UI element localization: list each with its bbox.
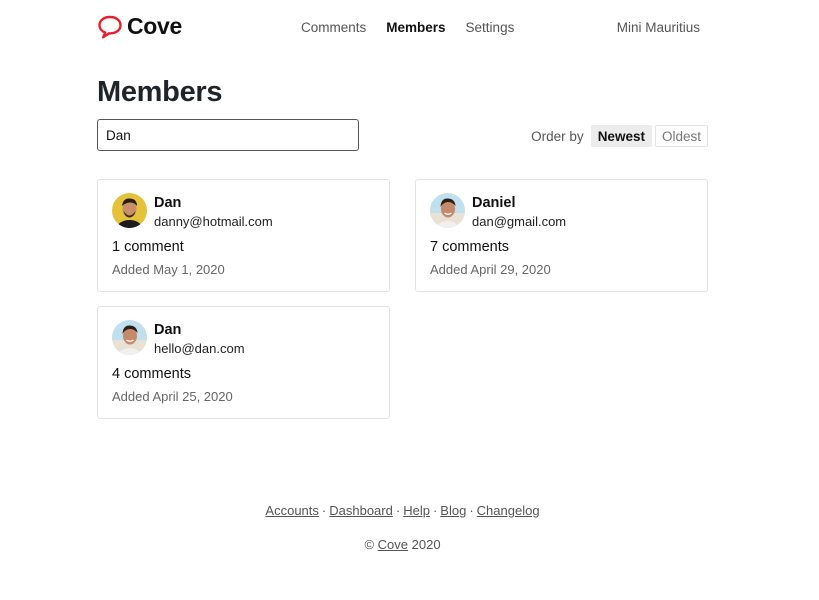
footer-link-changelog[interactable]: Changelog	[477, 503, 540, 518]
nav-comments[interactable]: Comments	[301, 20, 366, 35]
footer-separator: ·	[395, 503, 401, 518]
order-newest-button[interactable]: Newest	[590, 125, 652, 147]
member-name[interactable]: Dan	[154, 195, 181, 211]
member-added-date: Added April 25, 2020	[112, 389, 233, 404]
copyright-year: 2020	[411, 537, 441, 552]
account-switcher[interactable]: Mini Mauritius	[617, 20, 700, 35]
page-title: Members	[97, 76, 223, 108]
member-comment-count: 4 comments	[112, 366, 191, 382]
brand-name: Cove	[127, 13, 183, 39]
footer-separator: ·	[432, 503, 438, 518]
member-comment-count: 1 comment	[112, 239, 184, 255]
main-nav: Comments Members Settings	[301, 20, 534, 35]
member-name[interactable]: Dan	[154, 322, 181, 338]
order-oldest-button[interactable]: Oldest	[654, 125, 708, 147]
member-added-date: Added May 1, 2020	[112, 262, 225, 277]
avatar-yellow-icon	[112, 193, 147, 228]
nav-settings[interactable]: Settings	[466, 20, 515, 35]
member-name[interactable]: Daniel	[472, 195, 516, 211]
copyright: © Cove 2020	[0, 537, 805, 552]
top-header: Cove Comments Members Settings Mini Maur…	[0, 0, 819, 60]
order-label: Order by	[531, 128, 584, 144]
avatar	[112, 320, 147, 355]
order-control: Order by Newest Oldest	[531, 125, 708, 147]
member-comment-count: 7 comments	[430, 239, 509, 255]
member-card[interactable]: Dan hello@dan.com 4 comments Added April…	[97, 306, 390, 419]
avatar-beach-icon	[112, 320, 147, 355]
footer-link-help[interactable]: Help	[403, 503, 430, 518]
footer-separator: ·	[321, 503, 327, 518]
avatar	[112, 193, 147, 228]
avatar	[430, 193, 465, 228]
footer-link-accounts[interactable]: Accounts	[265, 503, 318, 518]
footer-link-blog[interactable]: Blog	[440, 503, 466, 518]
copyright-symbol: ©	[364, 537, 375, 552]
copyright-link[interactable]: Cove	[378, 537, 408, 552]
member-card[interactable]: Daniel dan@gmail.com 7 comments Added Ap…	[415, 179, 708, 292]
avatar-beach-icon	[430, 193, 465, 228]
footer-links: Accounts · Dashboard · Help · Blog · Changelog	[0, 503, 805, 518]
member-added-date: Added April 29, 2020	[430, 262, 551, 277]
member-email: danny@hotmail.com	[154, 214, 273, 229]
member-card[interactable]: Dan danny@hotmail.com 1 comment Added Ma…	[97, 179, 390, 292]
brand-logo[interactable]: Cove	[97, 13, 182, 40]
speech-bubble-icon	[98, 15, 122, 38]
footer-separator: ·	[469, 503, 474, 518]
nav-members[interactable]: Members	[386, 20, 445, 35]
member-email: dan@gmail.com	[472, 214, 567, 229]
member-email: hello@dan.com	[154, 341, 245, 356]
footer-link-dashboard[interactable]: Dashboard	[329, 503, 393, 518]
member-search-input[interactable]	[97, 119, 359, 151]
